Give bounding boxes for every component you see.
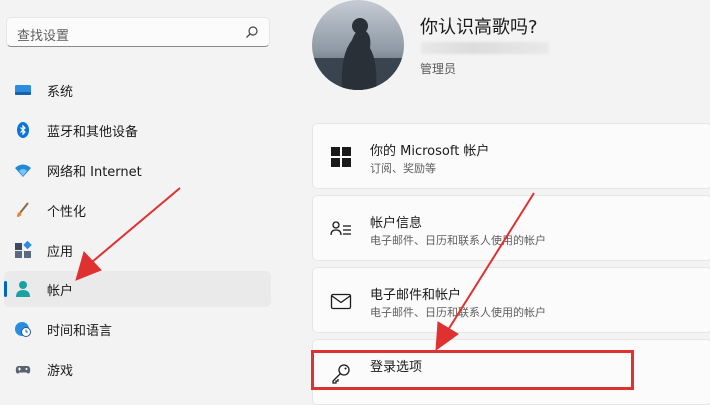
brush-icon xyxy=(17,202,29,217)
sidebar-item-bluetooth[interactable]: 蓝牙和其他设备 xyxy=(4,112,271,148)
sidebar-item-gaming[interactable]: 游戏 xyxy=(4,351,271,387)
account-info-icon xyxy=(330,221,351,236)
user-name: 你认识高歌吗? xyxy=(420,17,538,38)
sidebar-item-label: 时间和语言 xyxy=(47,324,113,339)
search-input[interactable]: 查找设置 xyxy=(17,25,69,44)
sidebar-item-label: 系统 xyxy=(47,85,74,100)
sidebar-item-apps[interactable]: 应用 xyxy=(4,232,271,268)
avatar xyxy=(312,0,404,90)
card-microsoft-account[interactable]: 你的 Microsoft 帐户 订阅、奖励等 xyxy=(312,123,710,189)
annotation-highlight-box xyxy=(311,350,634,390)
bluetooth-icon xyxy=(17,122,29,138)
apps-icon xyxy=(15,241,32,258)
sidebar-item-label: 应用 xyxy=(47,245,74,260)
sidebar-item-label: 个性化 xyxy=(47,205,87,220)
sidebar: 查找设置 系统 蓝牙和其他设备 网络和 Internet 个性化 应用 帐户 时… xyxy=(0,0,300,379)
search-box[interactable]: 查找设置 xyxy=(6,17,270,47)
monitor-icon xyxy=(15,85,31,95)
user-role: 管理员 xyxy=(420,62,457,76)
selection-indicator xyxy=(4,281,7,297)
sidebar-item-personalization[interactable]: 个性化 xyxy=(4,192,271,228)
gamepad-icon xyxy=(15,366,31,374)
sidebar-item-label: 网络和 Internet xyxy=(47,165,142,180)
sidebar-item-accounts[interactable]: 帐户 xyxy=(4,271,271,307)
sidebar-item-system[interactable]: 系统 xyxy=(4,72,271,108)
account-icon xyxy=(16,281,30,297)
globe-clock-icon xyxy=(15,322,31,337)
search-icon[interactable] xyxy=(245,25,259,39)
card-account-info[interactable]: 帐户信息 电子邮件、日历和联系人使用的帐户 xyxy=(312,195,710,261)
sidebar-item-label: 蓝牙和其他设备 xyxy=(47,125,139,140)
card-description: 电子邮件、日历和联系人使用的帐户 xyxy=(370,306,546,319)
mail-icon xyxy=(330,293,352,310)
card-email-accounts[interactable]: 电子邮件和帐户 电子邮件、日历和联系人使用的帐户 xyxy=(312,267,710,333)
card-title: 帐户信息 xyxy=(370,216,423,231)
card-title: 电子邮件和帐户 xyxy=(370,288,462,303)
wifi-icon xyxy=(15,164,31,177)
sidebar-item-label: 游戏 xyxy=(47,364,74,379)
card-description: 电子邮件、日历和联系人使用的帐户 xyxy=(370,234,546,247)
card-description: 订阅、奖励等 xyxy=(370,162,436,175)
card-title: 你的 Microsoft 帐户 xyxy=(370,144,490,159)
redacted-email xyxy=(421,42,549,54)
windows-logo-icon xyxy=(331,147,351,167)
sidebar-item-network[interactable]: 网络和 Internet xyxy=(4,152,271,188)
sidebar-item-time-language[interactable]: 时间和语言 xyxy=(4,311,271,347)
sidebar-item-label: 帐户 xyxy=(47,284,74,299)
